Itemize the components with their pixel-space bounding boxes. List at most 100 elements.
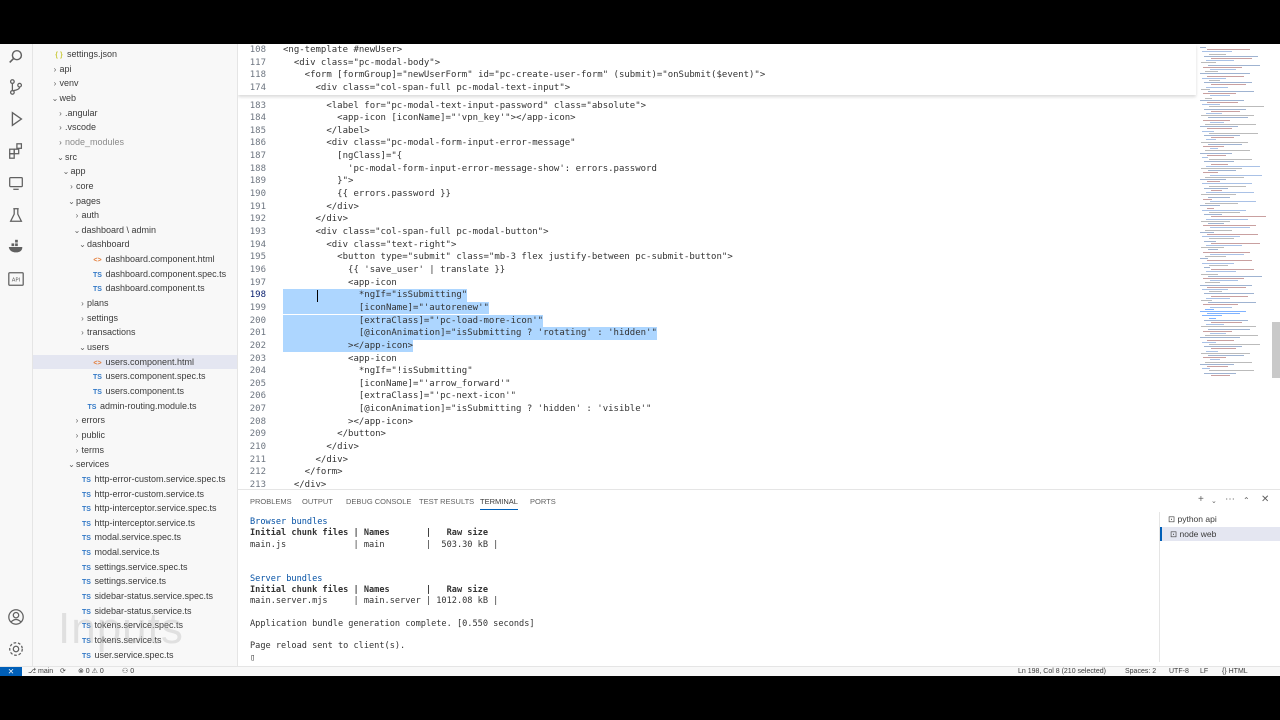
explorer-item[interactable]: ⌄dashboard [33, 237, 237, 251]
explorer-item[interactable]: › errors [33, 413, 237, 427]
explorer-item[interactable]: ⌄web [33, 91, 237, 105]
explorer-item[interactable]: › .vscode [33, 120, 237, 134]
explorer-item[interactable]: ⌄src [33, 150, 237, 164]
code-line[interactable]: 210 </div> [238, 441, 1196, 454]
explorer-item[interactable]: TS sidebar-status.service.spec.ts [33, 589, 237, 603]
eol-status[interactable]: LF [1200, 667, 1208, 676]
explorer-item[interactable]: ⌄users [33, 340, 237, 354]
chevron-right-icon[interactable]: › [56, 121, 65, 135]
chevron-right-icon[interactable]: › [78, 326, 87, 340]
explorer-item[interactable]: ⌄dashboard \ admin [33, 223, 237, 237]
explorer-item[interactable]: › auth [33, 208, 237, 222]
terminal-instance[interactable]: ⊡ python api [1160, 512, 1280, 526]
chevron-down-icon[interactable]: ⌄ [56, 151, 65, 165]
branch-icon[interactable]: ⎇ main [28, 667, 53, 676]
code-line[interactable]: 201 [@iconAnimation]="isSubmitting ? 'ro… [238, 327, 1196, 340]
explorer-item[interactable]: › terms [33, 443, 237, 457]
explorer-item[interactable]: › core [33, 179, 237, 193]
code-line[interactable]: 183 <label for="pc-modal-text-input-pass… [238, 100, 1196, 113]
explorer-item[interactable]: <> dashboard.component.html [33, 252, 237, 266]
problems-status[interactable]: ⊗ 0 ⚠ 0 [78, 667, 104, 676]
explorer-item[interactable]: › plans [33, 296, 237, 310]
ports-status[interactable]: ⚇ 0 [122, 667, 134, 676]
explorer-item[interactable]: TS settings.service.ts [33, 574, 237, 588]
docker-icon[interactable] [6, 238, 26, 258]
account-icon[interactable] [6, 608, 26, 628]
search-icon[interactable] [6, 48, 26, 68]
code-line[interactable]: 193 <div class="col-span-full pc-modal-b… [238, 226, 1196, 239]
remote-indicator-icon[interactable]: ⨯ [0, 667, 22, 676]
api-icon[interactable]: API [6, 270, 26, 290]
code-line[interactable]: 184 <app-icon [iconName]="'vpn_key'"></a… [238, 112, 1196, 125]
code-line[interactable]: 194 <div class="text-right"> [238, 239, 1196, 252]
chevron-down-icon[interactable]: ⌄ [78, 341, 87, 355]
chevron-right-icon[interactable]: › [73, 429, 82, 443]
sticky-scroll-header[interactable]: 108 <ng-template #newUser> 117 <div class=… [238, 44, 1196, 95]
code-line[interactable]: 208 ></app-icon> [238, 416, 1196, 429]
editor-scrollbar[interactable] [1272, 322, 1280, 378]
explorer-item[interactable]: ⌄app [33, 164, 237, 178]
explorer-item[interactable]: › .angular [33, 106, 237, 120]
chevron-right-icon[interactable]: › [51, 77, 60, 91]
terminal-instance[interactable]: ⊡ node web [1160, 527, 1280, 541]
terminal-output[interactable]: Browser bundles Initial chunk files | Nam… [250, 516, 1150, 666]
close-panel-icon[interactable]: ✕ [1261, 494, 1269, 505]
chevron-right-icon[interactable]: › [56, 136, 65, 150]
tab-terminal[interactable]: TERMINAL [480, 495, 518, 510]
explorer-item[interactable]: › settings [33, 311, 237, 325]
code-line[interactable]: 174 <div class="col-span-full pc-modal-t… [238, 82, 1196, 95]
explorer-item[interactable]: › venv [33, 76, 237, 90]
testing-flask-icon[interactable] [6, 206, 26, 226]
chevron-down-icon[interactable]: ⌄ [1211, 497, 1217, 505]
code-line[interactable]: 187 [ngClass]="{ [238, 150, 1196, 163]
explorer-item[interactable]: TS modal.service.ts [33, 545, 237, 559]
chevron-right-icon[interactable]: › [56, 107, 65, 121]
code-line[interactable]: 211 </div> [238, 454, 1196, 467]
chevron-down-icon[interactable]: ⌄ [67, 458, 76, 472]
explorer-item[interactable]: TS users.component.spec.ts [33, 369, 237, 383]
chevron-down-icon[interactable]: ⌄ [51, 92, 60, 106]
sync-icon[interactable]: ⟳ [60, 667, 66, 676]
explorer-item[interactable]: <> users.component.html [33, 354, 237, 369]
chevron-right-icon[interactable]: › [51, 63, 60, 77]
code-line[interactable]: 189 }"> [238, 175, 1196, 188]
chevron-right-icon[interactable]: › [73, 444, 82, 458]
explorer-item[interactable]: TS settings.service.spec.ts [33, 560, 237, 574]
code-line[interactable]: 188 'pc-modal-form-input-error-message-s… [238, 163, 1196, 176]
explorer-item[interactable]: TS http-interceptor.service.ts [33, 516, 237, 530]
code-line[interactable]: 117 <div class="pc-modal-body"> [238, 57, 1196, 70]
tab-ports[interactable]: PORTS [530, 495, 556, 509]
code-editor[interactable]: 108 <ng-template #newUser> 117 <div class=… [238, 44, 1280, 489]
explorer-item[interactable]: ⌄pages [33, 194, 237, 208]
code-line[interactable]: 186 <div class="pc-modal-form-input-erro… [238, 137, 1196, 150]
code-line[interactable]: 199 [iconName]="'autorenew'" [238, 301, 1196, 315]
language-mode[interactable]: {} HTML [1222, 667, 1248, 676]
code-line[interactable]: 190 {{ errors.password }} [238, 188, 1196, 201]
code-line[interactable]: 196 {{ 'save_user' | translate }} [238, 264, 1196, 277]
code-line[interactable]: 197 <app-icon [238, 277, 1196, 290]
settings-gear-icon[interactable] [6, 640, 26, 660]
extensions-icon[interactable] [6, 142, 26, 162]
more-actions-icon[interactable]: ⋯ [1225, 494, 1235, 505]
chevron-down-icon[interactable]: ⌄ [73, 224, 82, 238]
tab-test-results[interactable]: TEST RESULTS [419, 495, 474, 509]
code-line[interactable]: 200 [extraClass]="'pc-load-more-icon'" [238, 314, 1196, 328]
explorer-item[interactable]: › node_modules [33, 135, 237, 149]
chevron-right-icon[interactable]: › [73, 414, 82, 428]
source-control-icon[interactable] [6, 78, 26, 98]
chevron-right-icon[interactable]: › [78, 297, 87, 311]
explorer-item[interactable]: TS http-error-custom.service.spec.ts [33, 472, 237, 486]
code-line[interactable]: 207 [@iconAnimation]="isSubmitting ? 'hi… [238, 403, 1196, 416]
code-line[interactable]: 212 </form> [238, 466, 1196, 479]
code-line[interactable]: 204 *ngIf="!isSubmitting" [238, 365, 1196, 378]
tab-output[interactable]: OUTPUT [302, 495, 333, 509]
explorer-item[interactable]: TS http-interceptor.service.spec.ts [33, 501, 237, 515]
explorer-item[interactable]: ⌄services [33, 457, 237, 471]
code-line[interactable]: 185 </label> [238, 125, 1196, 138]
explorer-item[interactable]: TS dashboard.component.spec.ts [33, 267, 237, 281]
code-line[interactable]: 191 </div> [238, 201, 1196, 214]
explorer-item[interactable]: TS users.component.ts [33, 384, 237, 398]
run-debug-icon[interactable] [6, 110, 26, 130]
explorer-item[interactable]: TS http-error-custom.service.ts [33, 487, 237, 501]
chevron-down-icon[interactable]: ⌄ [67, 195, 76, 209]
